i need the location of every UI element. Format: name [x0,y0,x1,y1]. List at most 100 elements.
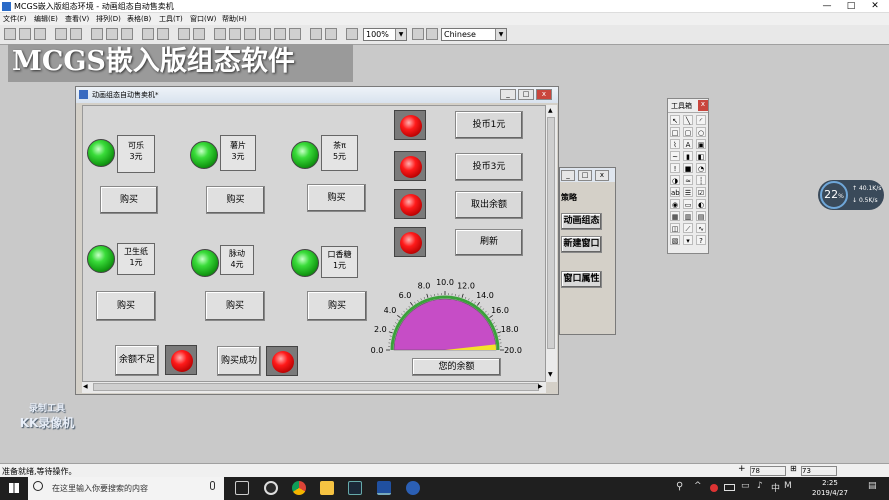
chevron-down-icon[interactable]: ▼ [495,29,506,40]
volume-icon[interactable]: ♪ [757,481,763,491]
status-red-dot-icon[interactable] [710,484,718,492]
maximize-button[interactable]: □ [839,0,863,13]
product-box-2[interactable]: 薯片 3元 [220,135,256,171]
mcgs-app-icon[interactable] [377,481,391,495]
scroll-down-arrow[interactable]: ▼ [548,371,553,378]
new-window-button[interactable]: 新建窗口 [561,236,602,253]
menu-table[interactable]: 表格(B) [127,14,151,24]
close-button[interactable]: ✕ [863,0,887,13]
radio-tool-icon[interactable]: ◉ [670,199,680,209]
scroll-left-arrow[interactable]: ◀ [83,383,88,390]
ellipse-tool-icon[interactable]: ○ [696,127,706,137]
scroll-thumb[interactable] [547,117,555,349]
checkbox-tool-icon[interactable]: ☑ [696,187,706,197]
microphone-icon[interactable] [210,481,215,490]
print-icon[interactable] [55,28,67,40]
menu-edit[interactable]: 编辑(E) [34,14,58,24]
custom-window-tool-icon[interactable]: ◫ [670,223,680,233]
menu-view[interactable]: 查看(V) [65,14,89,24]
align-left-icon[interactable] [214,28,226,40]
flow-tool-icon[interactable]: ≈ [683,175,693,185]
chart-tool-icon[interactable]: ▥ [683,211,693,221]
taskbar-search[interactable]: 在这里输入你要搜索的内容 [28,477,224,500]
align-bottom-icon[interactable] [289,28,301,40]
redo-icon[interactable] [157,28,169,40]
scroll-up-arrow[interactable]: ▲ [548,107,553,114]
buy-button-5[interactable]: 购买 [205,291,265,321]
align-right-icon[interactable] [244,28,256,40]
slider-tool-icon[interactable]: ▭ [683,199,693,209]
ime-indicator[interactable]: 中 [771,481,780,494]
undo-icon[interactable] [142,28,154,40]
menu-window[interactable]: 窗口(W) [190,14,216,24]
zoom-select[interactable]: 100% ▼ [363,28,407,41]
preview-icon[interactable] [70,28,82,40]
insert-1-yuan-button[interactable]: 投币1元 [455,111,523,139]
zoom-icon[interactable] [346,28,358,40]
tool-icon[interactable] [178,28,190,40]
menu-file[interactable]: 文件(F) [3,14,27,24]
network-icon[interactable]: ▭ [741,481,750,491]
arc-tool-icon[interactable]: ◜ [696,115,706,125]
window-properties-button[interactable]: 窗口属性 [561,271,602,288]
history-tool-icon[interactable]: ▤ [696,211,706,221]
other-tool-icon[interactable]: ? [696,235,706,245]
scroll-thumb[interactable] [93,383,539,391]
withdraw-balance-button[interactable]: 取出余额 [455,191,523,219]
pointer-tool-icon[interactable]: ↖ [670,115,680,125]
tab-strategy[interactable]: 策略 [561,192,577,203]
child-minimize-button[interactable]: _ [500,89,516,100]
alarm-tool-icon[interactable]: ! [670,163,680,173]
child-close-button[interactable]: x [536,89,552,100]
battery-icon[interactable] [724,484,735,491]
trend-tool-icon[interactable]: ⟋ [683,223,693,233]
animation-config-button[interactable]: 动画组态 [561,213,602,230]
product-box-1[interactable]: 可乐 3元 [117,135,155,173]
vertical-scrollbar[interactable]: ▲ ▼ [546,105,557,382]
buy-button-1[interactable]: 购买 [100,186,158,214]
notification-icon[interactable]: ▤ [868,481,877,491]
table-tool-icon[interactable]: ▦ [670,211,680,221]
file-explorer-icon[interactable] [320,481,334,495]
refresh-button[interactable]: 刷新 [455,229,523,256]
cut-icon[interactable] [91,28,103,40]
side-minimize-button[interactable]: _ [561,170,575,181]
text-input-tool-icon[interactable]: ab [670,187,680,197]
side-maximize-button[interactable]: □ [578,170,592,181]
new-icon[interactable] [4,28,16,40]
steam-icon[interactable] [348,481,362,495]
task-view-icon[interactable] [235,481,249,495]
menu-help[interactable]: 帮助(H) [222,14,247,24]
product-box-4[interactable]: 卫生纸 1元 [117,243,155,275]
show-hidden-icons-chevron-icon[interactable]: ^ [694,481,702,491]
align-top-icon[interactable] [259,28,271,40]
align-middle-icon[interactable] [274,28,286,40]
snap-icon[interactable] [426,28,438,40]
open-icon[interactable] [19,28,31,40]
horizontal-scrollbar[interactable]: ◀ ▶ [82,382,546,393]
buy-button-4[interactable]: 购买 [96,291,156,321]
spline-tool-icon[interactable]: ~ [670,151,680,161]
bitmap-tool-icon[interactable]: ▣ [696,139,706,149]
gauge-tool-icon[interactable]: ◐ [696,199,706,209]
ungroup-icon[interactable] [325,28,337,40]
chevron-down-icon[interactable]: ▼ [395,29,406,40]
toolbox-close-button[interactable]: x [698,100,708,111]
component-icon[interactable] [193,28,205,40]
line-tool-icon[interactable]: ╲ [683,115,693,125]
button-tool-icon[interactable]: ■ [683,163,693,173]
group-icon[interactable] [310,28,322,40]
person-icon[interactable]: ⚲ [676,481,683,492]
buy-button-3[interactable]: 购买 [307,184,366,212]
recorder-icon[interactable] [264,481,278,495]
child-restore-button[interactable]: □ [518,89,534,100]
round-rect-tool-icon[interactable]: ▢ [683,127,693,137]
language-select[interactable]: Chinese ▼ [441,28,507,41]
rect-tool-icon[interactable]: □ [670,127,680,137]
align-center-icon[interactable] [229,28,241,40]
insert-3-yuan-button[interactable]: 投币3元 [455,153,523,181]
dial-tool-icon[interactable]: ◔ [696,163,706,173]
curve-tool-icon[interactable]: ∿ [696,223,706,233]
report-tool-icon[interactable]: ▧ [670,235,680,245]
side-close-button[interactable]: x [595,170,609,181]
